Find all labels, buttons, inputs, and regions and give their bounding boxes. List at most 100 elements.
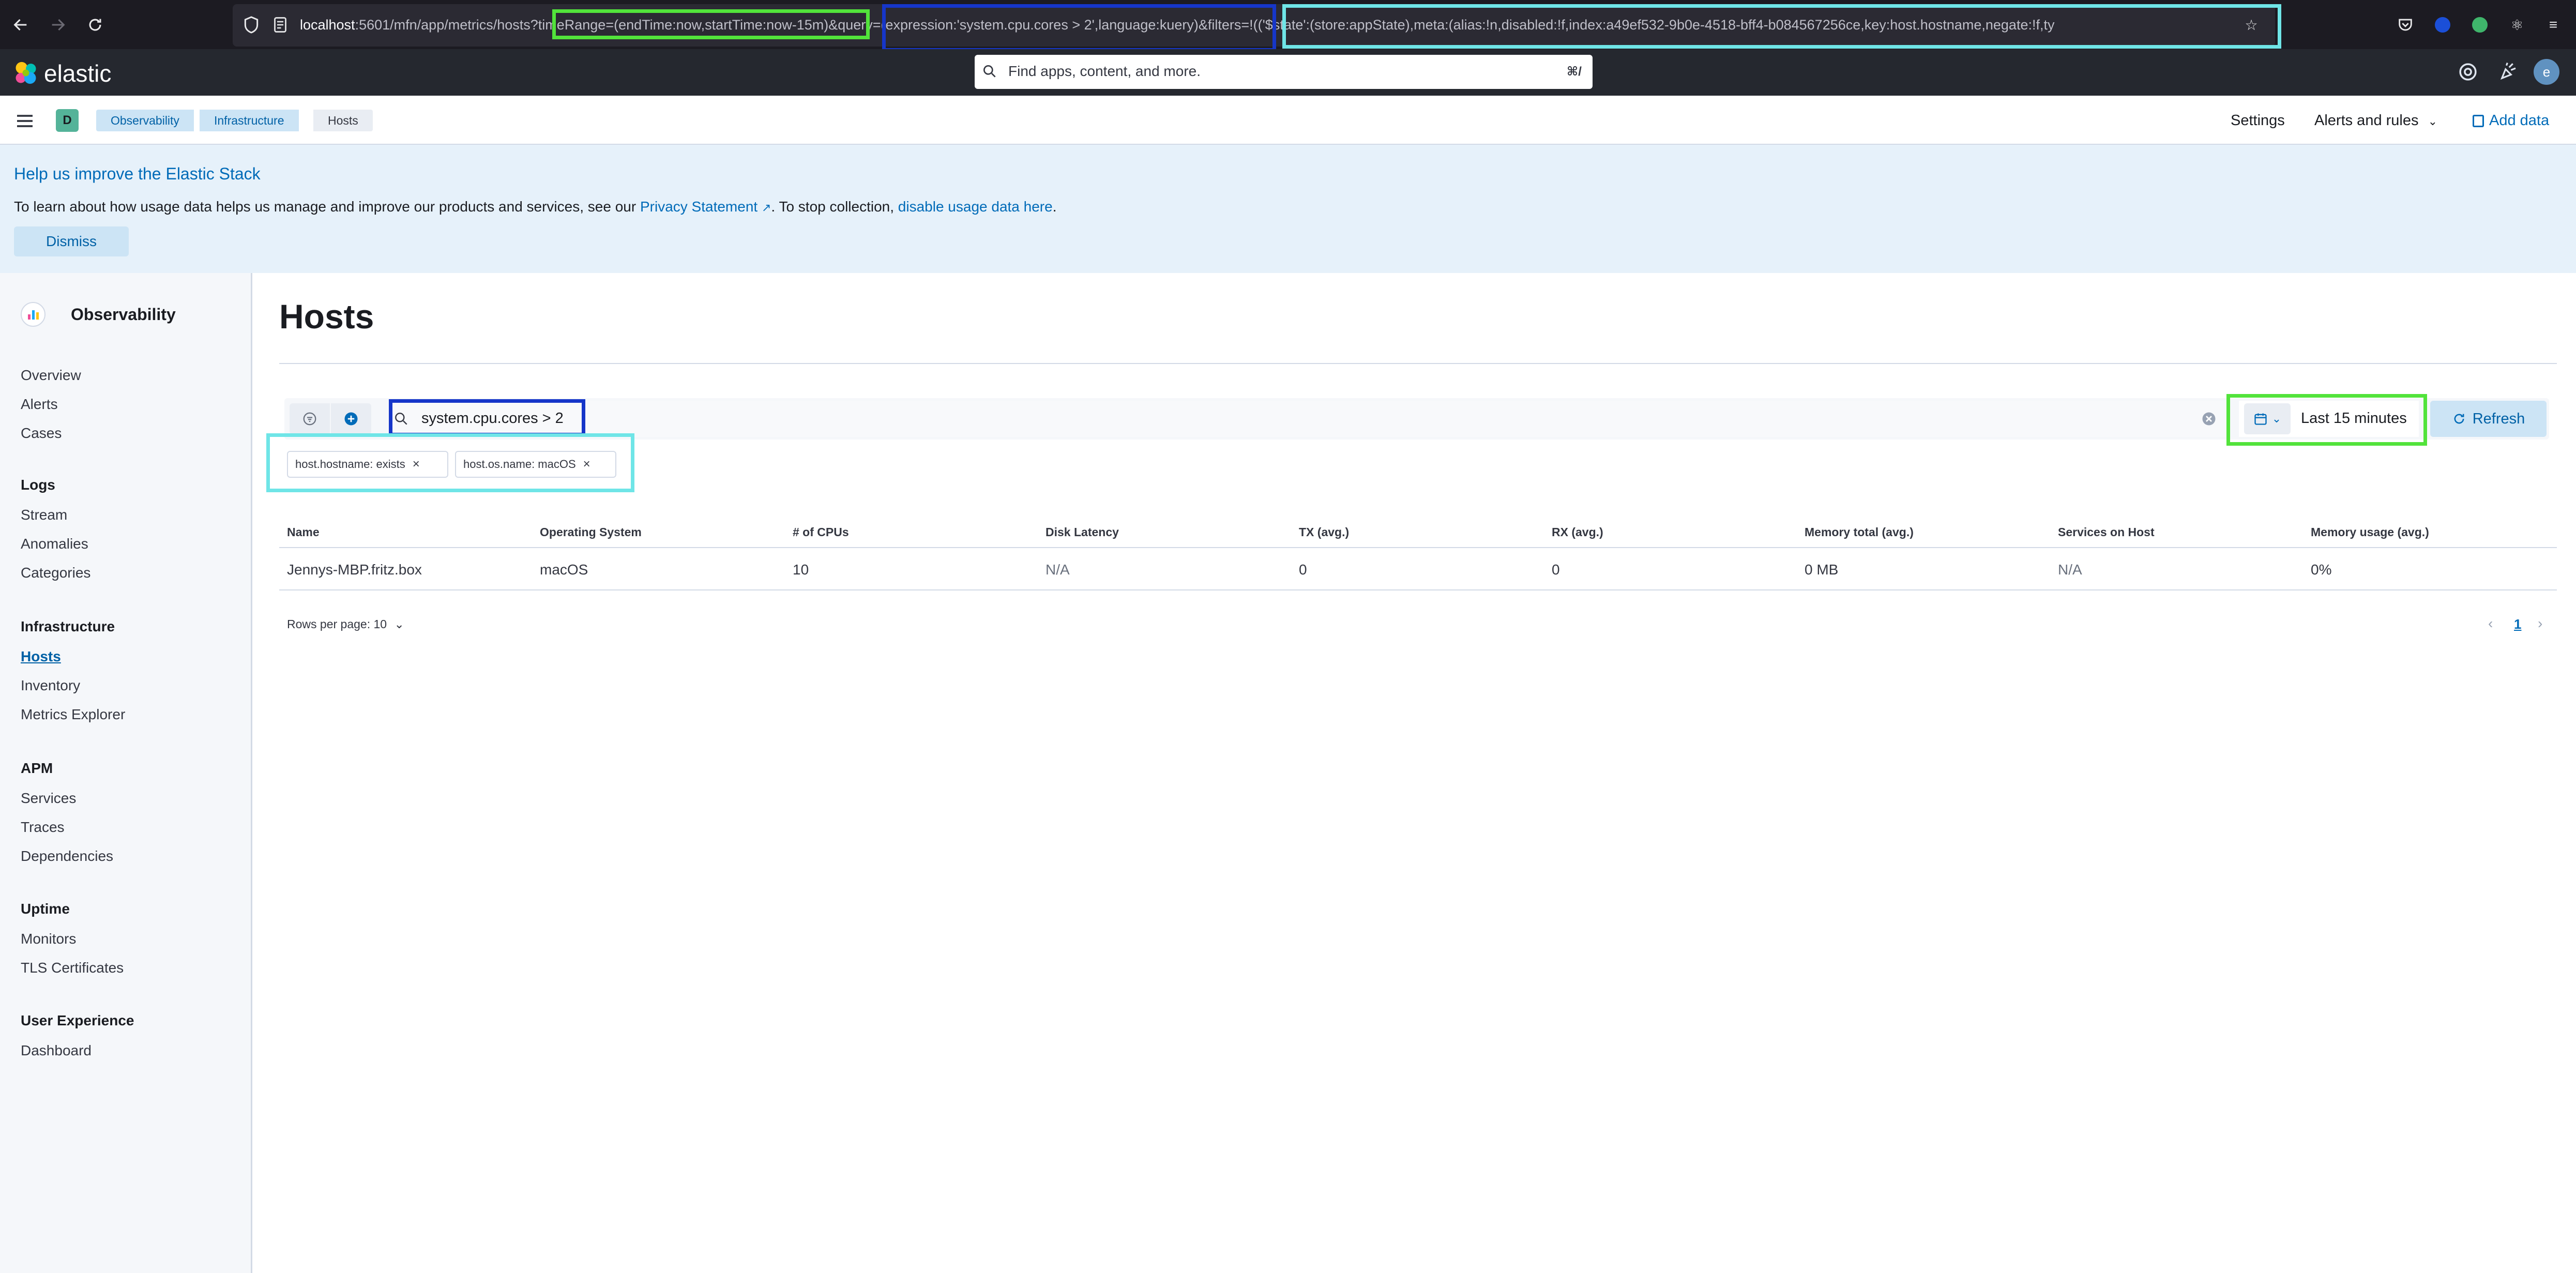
newsfeed-icon[interactable]	[2497, 61, 2519, 85]
search-icon	[981, 63, 998, 82]
forward-button[interactable]	[44, 11, 71, 38]
plus-circle-icon	[344, 412, 358, 426]
elastic-brand[interactable]: elastic	[44, 59, 111, 87]
column-header-services[interactable]: Services on Host	[2058, 525, 2155, 539]
callout-text-end: .	[1052, 199, 1057, 215]
reload-button[interactable]	[82, 11, 109, 38]
breadcrumb-hosts: Hosts	[313, 110, 373, 131]
help-icon[interactable]	[2457, 61, 2479, 85]
sidebar-item-monitors[interactable]: Monitors	[21, 931, 76, 947]
add-filter-button[interactable]	[331, 403, 371, 434]
arrow-left-icon	[13, 19, 27, 31]
filter-icon	[303, 412, 316, 426]
filter-pill-label: host.hostname: exists	[295, 458, 405, 471]
highlight-timerange-url	[552, 9, 870, 39]
alerts-rules-label: Alerts and rules	[2314, 112, 2419, 129]
sidebar-heading-uptime: Uptime	[21, 901, 70, 917]
close-icon[interactable]: ×	[413, 457, 420, 472]
global-search-placeholder: Find apps, content, and more.	[1008, 63, 1201, 79]
menu-icon[interactable]: ≡	[2543, 14, 2564, 35]
back-button[interactable]	[7, 11, 34, 38]
sidebar-heading-infrastructure: Infrastructure	[21, 618, 115, 634]
privacy-statement-link[interactable]: Privacy Statement ↗	[640, 199, 771, 215]
sidebar-item-inventory[interactable]: Inventory	[21, 677, 80, 694]
page-1-button[interactable]: 1	[2514, 616, 2521, 632]
filter-pill-os[interactable]: host.os.name: macOS ×	[455, 451, 616, 478]
sidebar-item-anomalies[interactable]: Anomalies	[21, 536, 88, 552]
refresh-button[interactable]: Refresh	[2430, 401, 2547, 437]
callout-text-mid: . To stop collection,	[771, 199, 898, 215]
chevron-down-icon: ⌄	[394, 617, 404, 631]
extension-green-icon[interactable]	[2469, 14, 2490, 35]
shield-icon	[241, 14, 262, 38]
table-cell-cpus: 10	[793, 562, 809, 578]
space-avatar[interactable]: D	[56, 109, 79, 132]
breadcrumb-observability[interactable]: Observability	[96, 110, 194, 131]
sidebar-item-alerts[interactable]: Alerts	[21, 396, 58, 413]
callout-body: To learn about how usage data helps us m…	[14, 199, 1056, 215]
query-input[interactable]	[388, 401, 2229, 437]
sidebar-item-cases[interactable]: Cases	[21, 425, 62, 442]
callout-title: Help us improve the Elastic Stack	[14, 164, 261, 183]
elastic-logo-icon[interactable]	[12, 59, 39, 89]
column-header-rx[interactable]: RX (avg.)	[1552, 525, 1603, 539]
highlight-query-input	[389, 399, 585, 436]
prev-page-icon[interactable]: ‹	[2488, 615, 2493, 632]
sidebar-item-categories[interactable]: Categories	[21, 565, 90, 581]
table-cell-tx: 0	[1299, 562, 1307, 578]
filter-pill-hostname[interactable]: host.hostname: exists ×	[287, 451, 448, 478]
breadcrumb-infrastructure[interactable]: Infrastructure	[200, 110, 299, 131]
callout-text: To learn about how usage data helps us m…	[14, 199, 640, 215]
disable-usage-link[interactable]: disable usage data here	[898, 199, 1053, 215]
dismiss-button[interactable]: Dismiss	[14, 226, 129, 256]
react-devtools-icon[interactable]: ⚛	[2507, 14, 2527, 35]
rows-per-page-button[interactable]: Rows per page: 10 ⌄	[287, 617, 404, 631]
saved-query-button[interactable]	[290, 403, 330, 434]
pocket-icon[interactable]	[2395, 14, 2416, 35]
sidebar-item-dependencies[interactable]: Dependencies	[21, 848, 113, 865]
extension-blue-icon[interactable]	[2432, 14, 2453, 35]
add-data-link[interactable]: Add data	[2473, 112, 2549, 129]
chevron-down-icon: ⌄	[2428, 115, 2437, 128]
clear-query-icon[interactable]	[2201, 411, 2217, 429]
column-header-disk-latency[interactable]: Disk Latency	[1045, 525, 1119, 539]
privacy-statement-label: Privacy Statement	[640, 199, 758, 215]
column-header-memory-total[interactable]: Memory total (avg.)	[1805, 525, 1914, 539]
column-header-os[interactable]: Operating System	[540, 525, 642, 539]
sidebar-item-overview[interactable]: Overview	[21, 367, 81, 384]
column-header-memory-usage[interactable]: Memory usage (avg.)	[2311, 525, 2429, 539]
observability-logo-icon	[21, 302, 46, 327]
app-subheader	[0, 96, 2576, 145]
highlight-filters-url	[1282, 4, 2281, 49]
search-shortcut: ⌘/	[1567, 65, 1582, 79]
sidebar-item-services[interactable]: Services	[21, 790, 76, 807]
sidebar-item-metrics-explorer[interactable]: Metrics Explorer	[21, 706, 125, 723]
external-link-icon: ↗	[761, 201, 771, 214]
column-header-name[interactable]: Name	[287, 525, 320, 539]
sidebar-item-hosts[interactable]: Hosts	[21, 648, 61, 665]
title-divider	[279, 363, 2557, 364]
table-header-divider	[279, 547, 2557, 548]
next-page-icon[interactable]: ›	[2538, 615, 2542, 632]
sidebar-item-dashboard[interactable]: Dashboard	[21, 1042, 92, 1059]
reload-icon	[89, 19, 101, 31]
add-data-label: Add data	[2489, 112, 2550, 129]
sidebar-item-traces[interactable]: Traces	[21, 819, 65, 836]
alerts-rules-menu[interactable]: Alerts and rules ⌄	[2314, 112, 2437, 129]
close-icon[interactable]: ×	[583, 457, 590, 472]
sidebar-title: Observability	[71, 305, 176, 324]
sidebar-heading-user-experience: User Experience	[21, 1012, 134, 1028]
table-cell-name[interactable]: Jennys-MBP.fritz.box	[287, 562, 422, 578]
filter-pill-label: host.os.name: macOS	[463, 458, 576, 471]
sidebar-heading-logs: Logs	[21, 477, 55, 493]
table-cell-memory-usage: 0%	[2311, 562, 2332, 578]
bookmark-star-icon[interactable]: ☆	[2241, 14, 2262, 35]
table-cell-os: macOS	[540, 562, 588, 578]
column-header-tx[interactable]: TX (avg.)	[1299, 525, 1349, 539]
user-avatar[interactable]: e	[2534, 59, 2559, 85]
sidebar-item-tls-certificates[interactable]: TLS Certificates	[21, 960, 124, 976]
column-header-cpus[interactable]: # of CPUs	[793, 525, 849, 539]
sidebar-item-stream[interactable]: Stream	[21, 507, 67, 523]
settings-link[interactable]: Settings	[2231, 112, 2285, 129]
hamburger-menu-icon[interactable]	[14, 111, 35, 134]
